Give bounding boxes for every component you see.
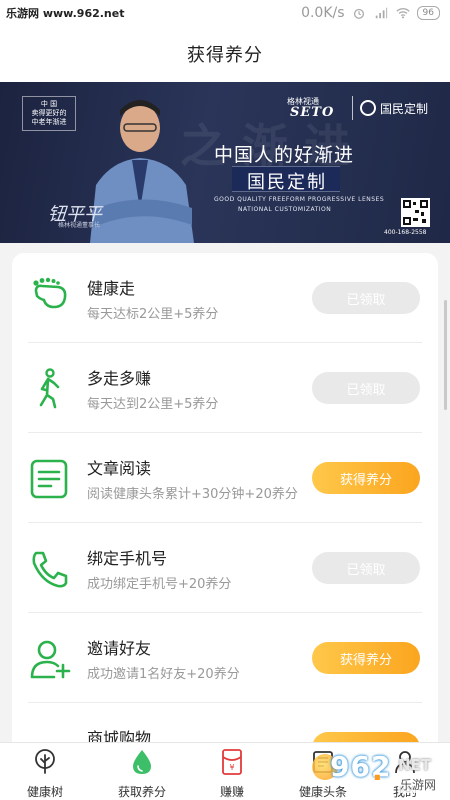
status-watermark: 乐游网 www.962.net xyxy=(6,7,125,20)
alarm-icon xyxy=(353,8,364,19)
signal-icon xyxy=(375,7,387,19)
wifi-icon xyxy=(395,8,410,19)
phone-icon xyxy=(32,551,68,588)
banner-slogan-sub: 国民定制 xyxy=(247,172,327,193)
task-title: 邀请好友 xyxy=(87,639,152,658)
task-description: 成功邀请1名好友+20养分 xyxy=(87,667,240,682)
page-title: 获得养分 xyxy=(187,45,263,66)
tab-label: 健康树 xyxy=(26,785,63,799)
task-item-bind-phone: 绑定手机号 成功绑定手机号+20养分 已领取 xyxy=(12,523,438,613)
task-description: 每天达标2公里+5养分 xyxy=(87,307,219,322)
task-item-walk: 健康走 每天达标2公里+5养分 已领取 xyxy=(12,253,438,343)
banner-left-box: 中 国 卖得更好的 中老年渐进 xyxy=(22,96,76,131)
qr-code-icon xyxy=(401,198,430,227)
task-title: 文章阅读 xyxy=(87,459,152,478)
brand-divider xyxy=(352,96,353,120)
banner-signature-sub: 格林视通董事长 xyxy=(58,222,101,229)
banner-slogan-main: 中国人的好渐进 xyxy=(214,144,355,166)
brand-cn-label: 国民定制 xyxy=(380,102,429,116)
add-user-icon xyxy=(30,640,71,679)
scrollbar[interactable] xyxy=(444,300,447,410)
tab-health-tree[interactable]: 健康树 xyxy=(0,743,90,800)
task-description: 阅读健康头条累计+30分钟+20养分 xyxy=(87,487,298,502)
banner-phone: 400-168-2558 xyxy=(384,229,427,236)
tab-earn[interactable]: ¥ 赚赚 xyxy=(187,743,277,800)
walking-person-icon xyxy=(39,368,60,409)
banner-box-line: 中 国 xyxy=(40,100,58,108)
watermark-cn: 乐游网 xyxy=(398,776,439,793)
banner-box-line: 卖得更好的 xyxy=(31,109,67,117)
tab-label: 赚赚 xyxy=(219,785,244,799)
get-nutrient-button[interactable]: 获得养分 xyxy=(312,462,420,494)
task-description: 每天达到2公里+5养分 xyxy=(87,397,219,412)
red-envelope-icon: ¥ xyxy=(222,749,242,775)
document-icon xyxy=(30,459,68,499)
brand-seto-logo: SETO xyxy=(290,105,335,120)
get-nutrient-button[interactable]: 获得养分 xyxy=(312,642,420,674)
banner-english-line1: GOOD QUALITY FREEFORM PROGRESSIVE LENSES xyxy=(214,196,385,203)
watermark-dot: . xyxy=(372,754,383,787)
banner-english-line2: NATIONAL CUSTOMIZATION xyxy=(238,206,332,213)
footprint-icon xyxy=(33,277,67,309)
banner-box-line: 中老年渐进 xyxy=(31,118,67,126)
status-bar: 乐游网 www.962.net 0.0K/s 96 xyxy=(0,0,450,26)
battery-indicator: 96 xyxy=(416,6,440,20)
claimed-button: 已领取 xyxy=(312,372,420,404)
site-watermark-logo: 962 . NET 乐游网 xyxy=(312,748,450,800)
tab-label: 获取养分 xyxy=(117,785,166,799)
watermark-net: NET xyxy=(398,756,432,774)
network-speed: 0.0K/s xyxy=(301,5,345,21)
task-item-reading: 文章阅读 阅读健康头条累计+30分钟+20养分 获得养分 xyxy=(12,433,438,523)
tab-get-nutrient[interactable]: 获取养分 xyxy=(97,743,187,800)
brand-circle-logo xyxy=(360,100,376,116)
task-title: 多走多赚 xyxy=(87,369,152,388)
task-list-card: 健康走 每天达标2公里+5养分 已领取 多走多赚 每天达到2公里+5养分 已领取… xyxy=(12,253,438,753)
ad-banner[interactable]: 之 渐 进 中 国 卖得更好的 中老年渐进 钮平平 格林视通董事长 格林视通 S… xyxy=(0,82,450,243)
claimed-button: 已领取 xyxy=(312,552,420,584)
task-description: 成功绑定手机号+20养分 xyxy=(87,577,232,592)
status-right: 0.0K/s 96 xyxy=(301,5,440,21)
water-drop-icon xyxy=(133,750,151,774)
task-title: 健康走 xyxy=(87,279,136,298)
page-header: 获得养分 xyxy=(0,26,450,82)
task-title: 绑定手机号 xyxy=(87,549,168,568)
svg-text:¥: ¥ xyxy=(229,763,234,772)
tree-icon xyxy=(35,749,55,774)
task-item-invite: 邀请好友 成功邀请1名好友+20养分 获得养分 xyxy=(12,613,438,703)
claimed-button: 已领取 xyxy=(312,282,420,314)
task-item-walk-more: 多走多赚 每天达到2公里+5养分 已领取 xyxy=(12,343,438,433)
